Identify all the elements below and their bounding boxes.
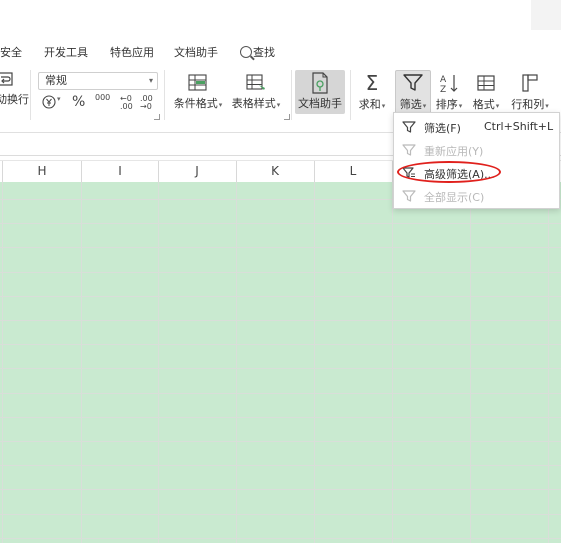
column-header-j[interactable]: J — [158, 164, 236, 178]
row-gridline — [0, 514, 561, 515]
format-label: 格式▾ — [472, 98, 500, 111]
wrap-text-icon — [0, 72, 13, 86]
funnel-icon — [402, 121, 416, 133]
menu-item-reapply: 重新应用(Y) — [394, 139, 559, 161]
wrap-text-button[interactable]: 动换行 — [0, 72, 29, 107]
column-gridline — [2, 182, 3, 543]
row-col-label: 行和列▾ — [511, 98, 549, 111]
divider — [164, 70, 165, 120]
divider — [30, 70, 31, 120]
column-header-i[interactable]: I — [81, 164, 159, 178]
menu-item-show-all: 全部显示(C) — [394, 185, 559, 207]
column-header-h[interactable]: H — [3, 164, 81, 178]
row-gridline — [0, 441, 561, 442]
row-col-icon — [522, 74, 538, 92]
filter-button[interactable]: 筛选▾ — [395, 73, 431, 112]
column-gridline — [392, 182, 393, 543]
column-gridline — [314, 182, 315, 543]
chevron-down-icon: ▾ — [148, 76, 153, 85]
column-gridline — [470, 182, 471, 543]
search-icon — [240, 46, 252, 58]
highlight-circle-annotation — [397, 161, 501, 183]
sum-label: 求和▾ — [358, 98, 386, 111]
doc-assistant-button[interactable]: 文档助手 — [295, 72, 345, 111]
row-gridline — [0, 538, 561, 539]
doc-assistant-label: 文档助手 — [298, 97, 342, 110]
number-format-value: 常规 — [45, 74, 67, 87]
column-gridline — [236, 182, 237, 543]
table-style-label: 表格样式▾ — [231, 97, 281, 110]
menu-item-reapply-label: 重新应用(Y) — [424, 145, 484, 158]
row-gridline — [0, 417, 561, 418]
decrease-decimal-button[interactable]: .00 →0 — [140, 95, 158, 111]
svg-text:A: A — [440, 75, 447, 85]
tab-doc-assistant[interactable]: 文档助手 — [174, 44, 218, 60]
conditional-format-label: 条件格式▾ — [173, 97, 223, 110]
menu-bar: 安全 开发工具 特色应用 文档助手 查找 — [0, 36, 561, 66]
tab-special-apps[interactable]: 特色应用 — [110, 44, 154, 60]
conditional-format-button[interactable]: 条件格式▾ — [170, 74, 226, 111]
sort-icon: A Z — [440, 75, 458, 93]
wrap-text-label: 动换行 — [0, 93, 29, 106]
increase-decimal-button[interactable]: ←0 .00 — [120, 95, 138, 111]
table-style-icon — [246, 74, 265, 90]
menu-item-filter-shortcut: Ctrl+Shift+L — [484, 120, 554, 133]
percent-button[interactable]: % — [72, 94, 85, 110]
svg-text:Z: Z — [440, 85, 446, 93]
row-gridline — [0, 368, 561, 369]
divider — [350, 70, 351, 120]
window-control[interactable] — [531, 0, 561, 30]
sigma-icon: Σ — [365, 71, 379, 95]
conditional-format-icon — [188, 74, 207, 91]
menu-item-filter-label: 筛选(F) — [424, 122, 461, 135]
cell-grid[interactable] — [0, 182, 561, 543]
row-gridline — [0, 465, 561, 466]
filter-dropdown-menu: 筛选(F) Ctrl+Shift+L 重新应用(Y) 高级筛选(A)... 全部… — [393, 112, 560, 209]
tab-find[interactable]: 查找 — [240, 44, 275, 60]
filter-label: 筛选▾ — [399, 98, 427, 111]
dialog-launcher-icon[interactable] — [154, 114, 160, 120]
funnel-icon — [403, 74, 423, 91]
row-gridline — [0, 296, 561, 297]
funnel-refresh-icon — [402, 144, 416, 156]
row-gridline — [0, 272, 561, 273]
tab-find-label: 查找 — [253, 46, 275, 59]
menu-item-filter[interactable]: 筛选(F) Ctrl+Shift+L — [394, 116, 559, 138]
sum-button[interactable]: Σ 求和▾ — [356, 73, 388, 112]
row-gridline — [0, 393, 561, 394]
sort-label: 排序▾ — [435, 98, 463, 111]
dialog-launcher-icon[interactable] — [284, 114, 290, 120]
tab-developer-tools[interactable]: 开发工具 — [44, 44, 88, 60]
number-format-select[interactable]: 常规 ▾ — [38, 72, 158, 90]
column-header-k[interactable]: K — [236, 164, 314, 178]
column-gridline — [81, 182, 82, 543]
column-gridline — [548, 182, 549, 543]
doc-assistant-icon — [312, 72, 328, 94]
funnel-clear-icon — [402, 190, 416, 202]
row-gridline — [0, 320, 561, 321]
title-area — [0, 0, 561, 36]
currency-icon — [42, 95, 56, 109]
column-header-l[interactable]: L — [314, 164, 392, 178]
row-gridline — [0, 489, 561, 490]
row-gridline — [0, 344, 561, 345]
currency-button[interactable]: ▾ — [42, 95, 61, 112]
row-gridline — [0, 247, 561, 248]
row-col-button[interactable]: 行和列▾ — [508, 73, 552, 112]
row-gridline — [0, 223, 561, 224]
format-icon — [477, 75, 495, 91]
sort-button[interactable]: A Z 排序▾ — [434, 73, 464, 112]
menu-item-show-all-label: 全部显示(C) — [424, 191, 485, 204]
format-button[interactable]: 格式▾ — [470, 73, 502, 112]
divider — [291, 70, 292, 120]
table-style-button[interactable]: 表格样式▾ — [228, 74, 284, 111]
thousands-button[interactable]: 000 — [95, 93, 110, 102]
column-gridline — [158, 182, 159, 543]
tab-security[interactable]: 安全 — [0, 44, 22, 60]
